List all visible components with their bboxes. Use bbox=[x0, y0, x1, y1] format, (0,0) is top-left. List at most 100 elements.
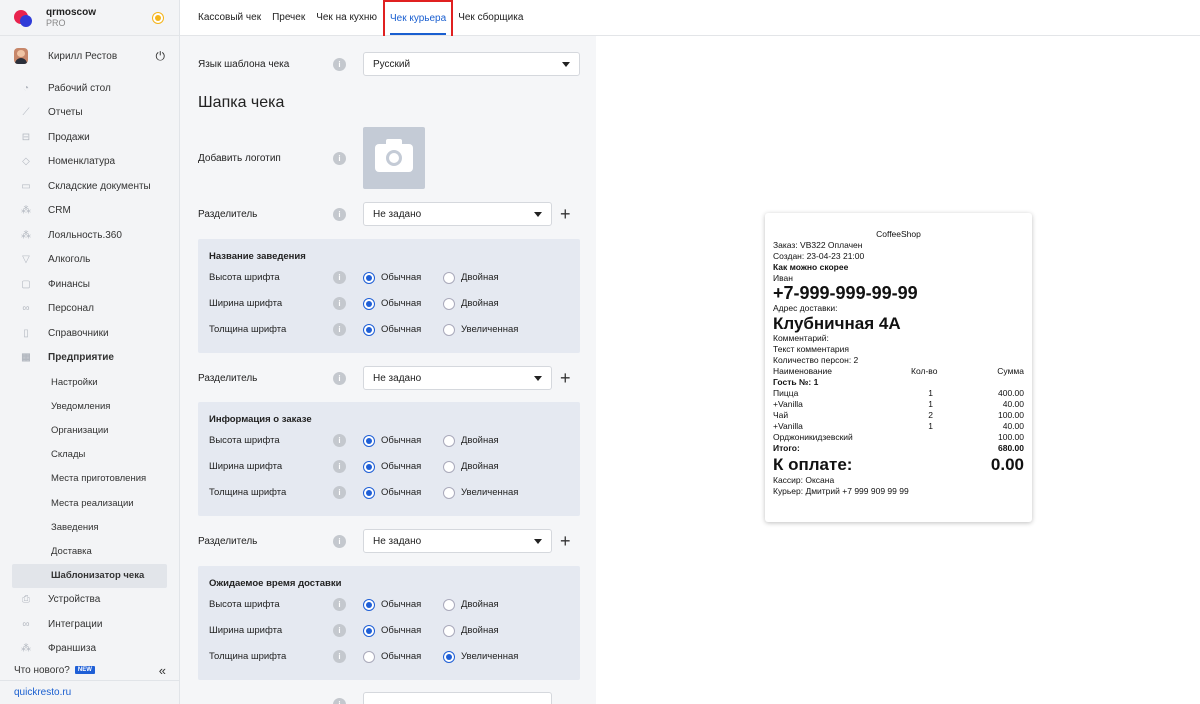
info-icon[interactable]: i bbox=[333, 323, 346, 336]
sub-item-settings[interactable]: Настройки bbox=[0, 370, 179, 394]
tab-assembler[interactable]: Чек сборщика bbox=[458, 0, 523, 36]
user-profile[interactable]: Кирилл Рестов ⏻ bbox=[0, 36, 179, 76]
info-icon[interactable]: i bbox=[333, 151, 346, 165]
radio-bold[interactable]: Увеличенная bbox=[443, 486, 523, 499]
divider-select[interactable] bbox=[363, 692, 552, 704]
collapse-sidebar-icon[interactable]: « bbox=[159, 663, 166, 678]
sub-item-venues[interactable]: Заведения bbox=[0, 515, 179, 539]
add-icon[interactable]: + bbox=[560, 369, 571, 387]
radio-normal[interactable]: Обычная bbox=[363, 486, 443, 499]
sub-item-organizations[interactable]: Организации bbox=[0, 418, 179, 442]
nav-item-references[interactable]: ▯ Справочники bbox=[0, 321, 179, 346]
avatar bbox=[14, 48, 28, 64]
radio-normal[interactable]: Обычная bbox=[363, 323, 443, 336]
radio-double[interactable]: Двойная bbox=[443, 271, 523, 284]
sub-item-cooking-places[interactable]: Места приготовления bbox=[0, 467, 179, 491]
nav-item-sales[interactable]: ⊟ Продажи bbox=[0, 125, 179, 150]
radio-double[interactable]: Двойная bbox=[443, 624, 523, 637]
radio-double[interactable]: Двойная bbox=[443, 460, 523, 473]
link-icon: ∞ bbox=[22, 618, 30, 630]
receipt-street: Клубничная 4А bbox=[773, 314, 901, 333]
radio-normal[interactable]: Обычная bbox=[363, 271, 443, 284]
logo-row: Добавить логотип i bbox=[198, 127, 425, 189]
nav-item-nomenclature[interactable]: ◇ Номенклатура bbox=[0, 150, 179, 175]
language-select[interactable]: Русский bbox=[363, 52, 580, 76]
nav-item-integrations[interactable]: ∞ Интеграции bbox=[0, 612, 179, 637]
chevron-down-icon bbox=[562, 61, 570, 67]
sub-item-warehouses[interactable]: Склады bbox=[0, 443, 179, 467]
power-icon[interactable]: ⏻ bbox=[156, 49, 166, 64]
font-width-row: Ширина шрифта i Обычная Двойная bbox=[209, 297, 523, 310]
wallet-icon: ▢ bbox=[21, 278, 31, 290]
printer-icon: ⎙ bbox=[22, 594, 30, 606]
info-icon[interactable]: i bbox=[333, 624, 346, 637]
nav-item-reports[interactable]: ⟋ Отчеты bbox=[0, 101, 179, 126]
brand-header[interactable]: qrmoscow PRO bbox=[0, 0, 179, 36]
info-icon[interactable]: i bbox=[333, 534, 346, 548]
info-icon[interactable]: i bbox=[333, 297, 346, 310]
nav-item-franchise[interactable]: ⁂ Франшиза bbox=[0, 637, 179, 662]
divider-select[interactable]: Не задано bbox=[363, 366, 552, 390]
nav-item-alcohol[interactable]: ▽ Алкоголь bbox=[0, 248, 179, 273]
group-delivery-time: Ожидаемое время доставки Высота шрифта i… bbox=[198, 566, 580, 680]
book-icon: ▯ bbox=[23, 327, 29, 339]
sidebar: qrmoscow PRO Кирилл Рестов ⏻ ◔ Рабочий ст… bbox=[0, 0, 180, 704]
font-width-row: Ширина шрифта i Обычная Двойная bbox=[209, 460, 523, 473]
radio-normal[interactable]: Обычная bbox=[363, 460, 443, 473]
sub-item-receipt-templates[interactable]: Шаблонизатор чека bbox=[12, 563, 167, 588]
nav-item-warehouse-docs[interactable]: ▭ Складские документы bbox=[0, 174, 179, 199]
nav-item-crm[interactable]: ⁂ CRM bbox=[0, 199, 179, 224]
info-icon[interactable]: i bbox=[333, 650, 346, 663]
receipt-courier: Курьер: Дмитрий +7 999 909 99 99 bbox=[773, 486, 909, 496]
divider-select[interactable]: Не задано bbox=[363, 202, 552, 226]
info-icon[interactable]: i bbox=[333, 207, 346, 221]
radio-double[interactable]: Двойная bbox=[443, 297, 523, 310]
tab-cash-receipt[interactable]: Кассовый чек bbox=[198, 0, 261, 36]
receipt-header-row: Наименование Кол-во Сумма bbox=[773, 366, 1024, 376]
receipt-created: Создан: 23-04-23 21:00 bbox=[773, 251, 865, 261]
nav-item-finance[interactable]: ▢ Финансы bbox=[0, 272, 179, 297]
nav-item-enterprise[interactable]: ▦ Предприятие bbox=[0, 346, 179, 371]
radio-normal[interactable]: Обычная bbox=[363, 598, 443, 611]
sub-item-sale-places[interactable]: Места реализации bbox=[0, 491, 179, 515]
radio-double[interactable]: Двойная bbox=[443, 434, 523, 447]
radio-normal[interactable]: Обычная bbox=[363, 650, 443, 663]
site-link[interactable]: quickresto.ru bbox=[0, 680, 180, 704]
radio-double[interactable]: Двойная bbox=[443, 598, 523, 611]
receipt-tabs: Кассовый чек Пречек Чек на кухню Чек кур… bbox=[180, 0, 1200, 38]
info-icon[interactable]: i bbox=[333, 486, 346, 499]
logo-upload[interactable] bbox=[363, 127, 425, 189]
group-venue-name: Название заведения Высота шрифта i Обычн… bbox=[198, 239, 580, 353]
divider-select[interactable]: Не задано bbox=[363, 529, 552, 553]
font-weight-row: Толщина шрифта i Обычная Увеличенная bbox=[209, 650, 523, 663]
radio-normal[interactable]: Обычная bbox=[363, 434, 443, 447]
radio-normal[interactable]: Обычная bbox=[363, 624, 443, 637]
info-icon[interactable]: i bbox=[333, 271, 346, 284]
tab-kitchen[interactable]: Чек на кухню bbox=[316, 0, 377, 36]
radio-bold[interactable]: Увеличенная bbox=[443, 323, 523, 336]
tab-courier[interactable]: Чек курьера bbox=[382, 0, 454, 38]
nav-item-dashboard[interactable]: ◔ Рабочий стол bbox=[0, 76, 179, 101]
nav-item-staff[interactable]: ∞ Персонал bbox=[0, 297, 179, 322]
info-icon[interactable]: i bbox=[333, 371, 346, 385]
divider-label: Разделитель bbox=[198, 208, 258, 220]
whats-new[interactable]: Что нового? NEW « bbox=[0, 660, 180, 680]
radio-bold[interactable]: Увеличенная bbox=[443, 650, 523, 663]
radio-normal[interactable]: Обычная bbox=[363, 297, 443, 310]
receipt-guest: Гость №: 1 bbox=[773, 377, 819, 387]
info-icon[interactable]: i bbox=[333, 697, 346, 704]
info-icon[interactable]: i bbox=[333, 57, 346, 71]
nav-menu: ◔ Рабочий стол ⟋ Отчеты ⊟ Продажи ◇ Номенкла… bbox=[0, 76, 179, 661]
nav-item-loyalty[interactable]: ⁂ Лояльность.360 bbox=[0, 223, 179, 248]
divider-row-2: Разделитель i Не задано + bbox=[198, 366, 571, 390]
theme-sun-icon[interactable] bbox=[151, 11, 165, 25]
add-icon[interactable]: + bbox=[560, 532, 571, 550]
info-icon[interactable]: i bbox=[333, 460, 346, 473]
info-icon[interactable]: i bbox=[333, 434, 346, 447]
nav-item-devices[interactable]: ⎙ Устройства bbox=[0, 588, 179, 613]
info-icon[interactable]: i bbox=[333, 598, 346, 611]
tab-precheck[interactable]: Пречек bbox=[272, 0, 305, 36]
sub-item-delivery[interactable]: Доставка bbox=[0, 539, 179, 563]
sub-item-notifications[interactable]: Уведомления bbox=[0, 394, 179, 418]
add-icon[interactable]: + bbox=[560, 205, 571, 223]
